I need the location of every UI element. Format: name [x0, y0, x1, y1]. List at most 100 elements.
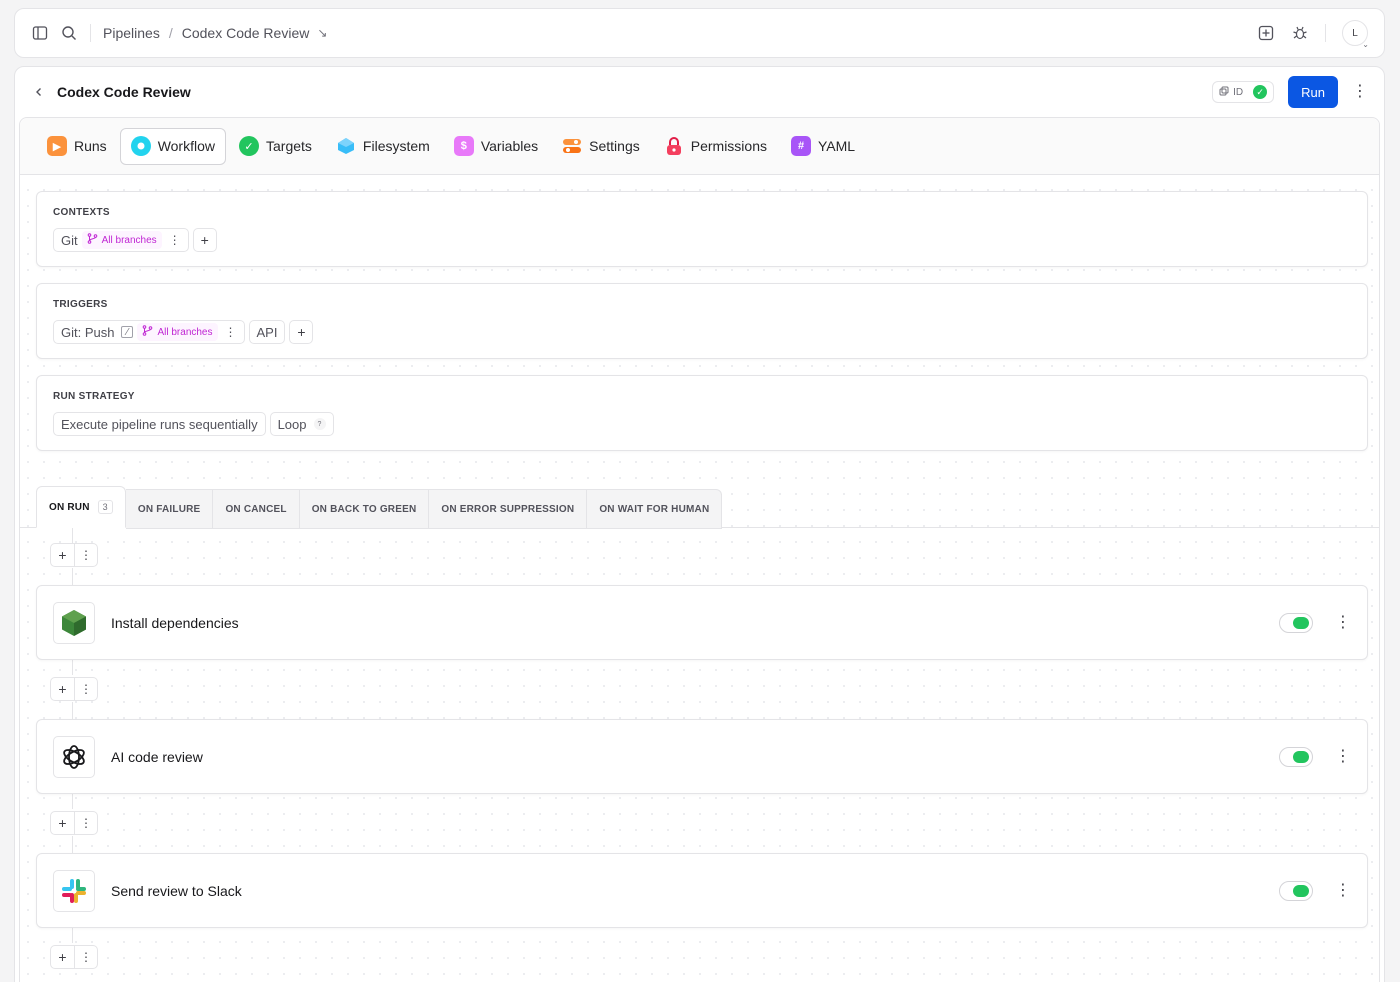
chip-label: Loop	[277, 416, 307, 432]
trigger-chip-api[interactable]: API	[248, 320, 286, 344]
add-action-button[interactable]: +	[51, 812, 74, 834]
add-trigger-button[interactable]: +	[289, 320, 314, 344]
target-icon: ✓	[239, 136, 259, 156]
branch-badge: All branches	[81, 231, 162, 249]
status-check-icon: ✓	[1253, 85, 1268, 99]
divider	[90, 24, 91, 42]
page-title: Codex Code Review	[57, 84, 191, 100]
action-card[interactable]: Send review to Slack ⋮	[36, 853, 1368, 928]
avatar[interactable]: L ⌄	[1342, 20, 1369, 49]
tab-settings[interactable]: Settings	[551, 128, 651, 165]
tab-label: Filesystem	[362, 138, 430, 154]
pipeline-tabs: ▶ Runs Workflow ✓ Targets Filesystem $ V…	[20, 118, 1379, 175]
enabled-toggle[interactable]	[1279, 880, 1313, 901]
more-icon[interactable]: ⋮	[74, 812, 97, 834]
settings-icon	[562, 136, 582, 156]
breadcrumb-current[interactable]: Codex Code Review	[182, 25, 310, 41]
more-menu-icon[interactable]: ⋮	[1335, 748, 1351, 765]
count-badge: 3	[97, 500, 113, 514]
more-icon[interactable]: ⋮	[225, 325, 237, 339]
chip-label: Git	[61, 232, 78, 248]
avatar-initial: L	[1352, 27, 1358, 39]
search-icon[interactable]	[60, 24, 78, 42]
tab-targets[interactable]: ✓ Targets	[228, 128, 323, 165]
add-action-control: + ⋮	[50, 945, 98, 969]
id-label: ID	[1233, 86, 1244, 98]
connector-line	[72, 836, 73, 854]
copy-icon	[1219, 86, 1229, 99]
more-icon[interactable]: ⋮	[169, 233, 181, 247]
tab-variables[interactable]: $ Variables	[443, 128, 549, 165]
pipeline-panel: Codex Code Review ID ✓ Run ⋮ ▶ Runs Work…	[14, 66, 1385, 982]
action-name: AI code review	[111, 748, 203, 765]
tab-label: Runs	[74, 138, 107, 154]
more-icon[interactable]: ⋮	[74, 678, 97, 700]
lock-icon	[664, 136, 684, 156]
tab-on-error-suppression[interactable]: ON ERROR SUPPRESSION	[429, 489, 588, 529]
trigger-chips: Git: Push ⁄ All branches ⋮ API +	[53, 320, 1351, 344]
action-card[interactable]: AI code review ⋮	[36, 719, 1368, 794]
branch-badge: All branches	[137, 323, 218, 341]
loop-chip[interactable]: Loop ?	[269, 412, 334, 436]
tab-label: Settings	[589, 138, 640, 154]
add-action-button[interactable]: +	[51, 946, 74, 968]
openai-icon	[53, 735, 95, 778]
tab-yaml[interactable]: # YAML	[780, 128, 866, 165]
context-chips: Git All branches ⋮ +	[53, 228, 1351, 252]
tab-permissions[interactable]: Permissions	[653, 128, 778, 165]
bug-icon[interactable]	[1291, 24, 1309, 42]
run-mode-chip[interactable]: Execute pipeline runs sequentially	[53, 412, 266, 436]
top-bar: Pipelines / Codex Code Review ↘ L ⌄	[14, 8, 1385, 58]
context-chip-git[interactable]: Git All branches ⋮	[53, 228, 189, 252]
action-card[interactable]: Install dependencies ⋮	[36, 585, 1368, 660]
section-label: RUN STRATEGY	[53, 391, 135, 402]
more-menu-icon[interactable]: ⋮	[1352, 84, 1368, 100]
tab-label: Permissions	[690, 138, 767, 154]
connector-line	[72, 702, 73, 720]
enabled-toggle[interactable]	[1279, 612, 1313, 633]
trigger-chip-git-push[interactable]: Git: Push ⁄ All branches ⋮	[53, 320, 245, 344]
add-square-icon[interactable]	[1257, 24, 1275, 42]
workflow-canvas: ▶ Runs Workflow ✓ Targets Filesystem $ V…	[19, 117, 1380, 982]
slack-icon	[53, 869, 95, 912]
connector-line	[72, 793, 73, 809]
help-icon[interactable]: ?	[313, 418, 326, 430]
action-controls: ⋮	[1279, 746, 1351, 767]
contexts-section: CONTEXTS Git All branches ⋮ +	[36, 191, 1368, 267]
more-icon[interactable]: ⋮	[74, 946, 97, 968]
action-tabs: ON RUN 3 ON FAILURE ON CANCEL ON BACK TO…	[36, 486, 723, 529]
tab-label: YAML	[818, 138, 856, 154]
triggers-section: TRIGGERS Git: Push ⁄ All branches ⋮ API …	[36, 283, 1368, 359]
hash-icon: #	[791, 136, 811, 156]
header-actions: ID ✓ Run ⋮	[1212, 76, 1368, 108]
more-menu-icon[interactable]: ⋮	[1335, 882, 1351, 899]
breadcrumb-pipelines[interactable]: Pipelines	[103, 25, 160, 41]
tab-on-cancel[interactable]: ON CANCEL	[213, 489, 300, 529]
workflow-icon	[130, 136, 151, 156]
enabled-toggle[interactable]	[1279, 746, 1313, 767]
section-label: CONTEXTS	[53, 207, 110, 218]
id-badge[interactable]: ID ✓	[1212, 81, 1275, 103]
add-action-button[interactable]: +	[51, 544, 74, 566]
tab-filesystem[interactable]: Filesystem	[325, 128, 441, 165]
chevron-down-icon: ⌄	[1362, 40, 1369, 49]
more-menu-icon[interactable]: ⋮	[1335, 614, 1351, 631]
connector-line	[72, 927, 73, 943]
back-chevron-icon[interactable]	[29, 82, 49, 102]
connector-line	[72, 528, 73, 544]
strategy-chips: Execute pipeline runs sequentially Loop …	[53, 412, 1351, 436]
run-button[interactable]: Run	[1288, 76, 1338, 108]
tab-workflow[interactable]: Workflow	[119, 127, 226, 165]
tab-on-run[interactable]: ON RUN 3	[36, 486, 126, 528]
more-icon[interactable]: ⋮	[74, 544, 97, 566]
add-context-button[interactable]: +	[192, 228, 217, 252]
tab-on-wait-for-human[interactable]: ON WAIT FOR HUMAN	[587, 489, 723, 529]
add-action-button[interactable]: +	[51, 678, 74, 700]
arrow-down-right-icon[interactable]: ↘	[317, 26, 327, 40]
pipeline-header: Codex Code Review ID ✓ Run ⋮	[15, 67, 1384, 117]
tab-runs[interactable]: ▶ Runs	[36, 128, 118, 165]
sidebar-toggle-icon[interactable]	[31, 24, 49, 42]
tab-on-failure[interactable]: ON FAILURE	[125, 489, 214, 529]
action-controls: ⋮	[1279, 880, 1351, 901]
tab-on-back-to-green[interactable]: ON BACK TO GREEN	[299, 489, 430, 529]
